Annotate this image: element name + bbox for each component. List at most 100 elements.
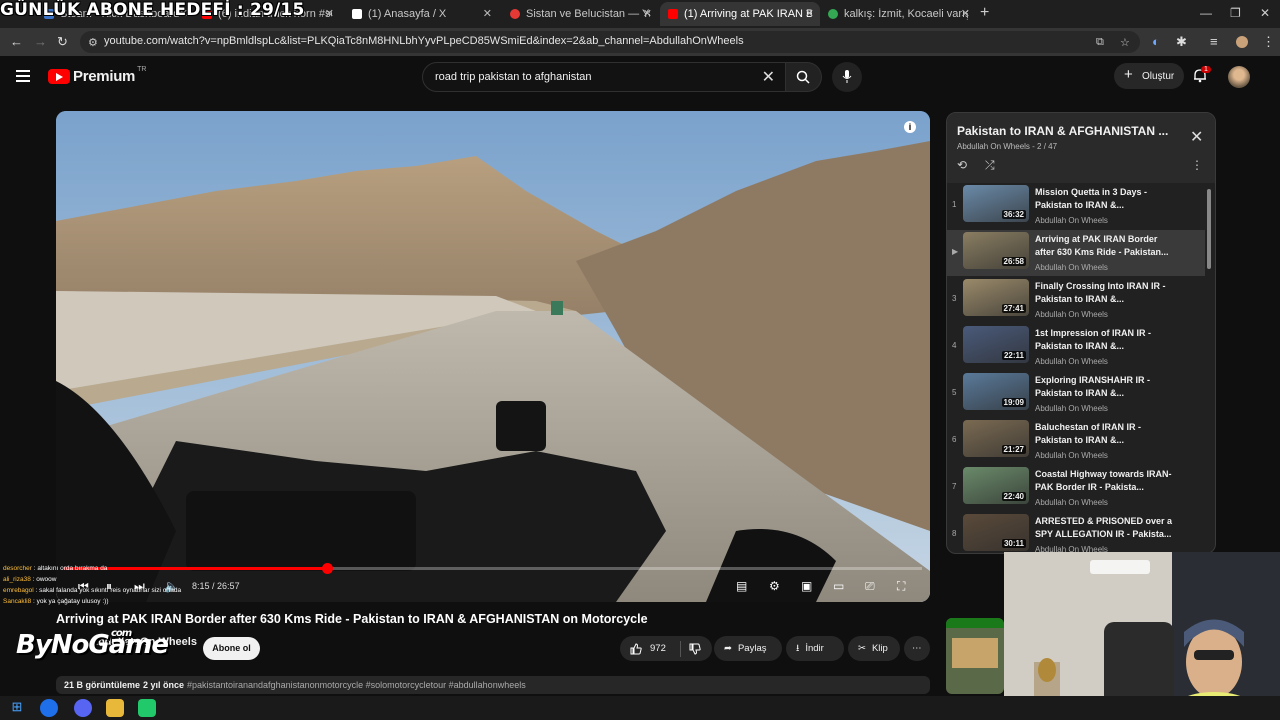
playlist-item-index: 6 bbox=[952, 435, 957, 444]
recommended-video-thumbnail[interactable] bbox=[946, 618, 1004, 694]
thumbs-down-icon[interactable] bbox=[689, 643, 701, 655]
address-bar[interactable]: ⚙ youtube.com/watch?v=npBmldlspLc&list=P… bbox=[80, 31, 1140, 53]
playlist-item[interactable]: 7 22:40 Coastal Highway towards IRAN-PAK B… bbox=[947, 465, 1205, 511]
info-icon[interactable]: i bbox=[904, 121, 916, 133]
cast-icon[interactable]: ⎚ bbox=[865, 579, 875, 594]
playlist-item-thumbnail: 22:40 bbox=[963, 467, 1029, 504]
video-player[interactable]: i ⏮ ⏸ ⏭ 🔈 8:15 / 26:57 ▤ ⚙ ▣ ▭ ⎚ ⛶ bbox=[56, 111, 930, 602]
subtitles-icon[interactable]: ▤ bbox=[736, 579, 747, 593]
webcam-feed bbox=[1004, 552, 1280, 720]
file-explorer-icon[interactable] bbox=[106, 699, 124, 717]
playlist-item-thumbnail: 30:11 bbox=[963, 514, 1029, 551]
settings-gear-icon[interactable]: ⚙ bbox=[769, 579, 780, 593]
clip-button[interactable]: ✂ Klip bbox=[848, 636, 900, 661]
tab-active-video[interactable]: (1) Arriving at PAK IRAN Bo ✕ bbox=[660, 2, 820, 26]
playlist-item[interactable]: 1 36:32 Mission Quetta in 3 Days - Pakista… bbox=[947, 183, 1205, 229]
description-box[interactable]: 21 B görüntüleme 2 yıl önce #pakistantoi… bbox=[56, 676, 930, 694]
duration-badge: 36:32 bbox=[1001, 210, 1026, 219]
share-button[interactable]: ➦ Paylaş bbox=[714, 636, 782, 661]
close-icon[interactable]: ✕ bbox=[325, 7, 334, 20]
playlist-item[interactable]: 3 27:41 Finally Crossing Into IRAN IR - Pa… bbox=[947, 277, 1205, 323]
browser-toolbar: ← → ↻ ⚙ youtube.com/watch?v=npBmldlspLc&… bbox=[0, 28, 1280, 56]
duration-badge: 22:40 bbox=[1001, 492, 1026, 501]
kebab-menu-icon[interactable]: ⋮ bbox=[1262, 34, 1275, 50]
site-info-icon[interactable]: ⚙ bbox=[88, 36, 98, 49]
playlist-menu-icon[interactable]: ⋮ bbox=[1191, 158, 1203, 172]
playlist-item[interactable]: 4 22:11 1st Impression of IRAN IR - Pakist… bbox=[947, 324, 1205, 370]
close-playlist-icon[interactable]: ✕ bbox=[1190, 127, 1203, 147]
playlist-item-channel: Abdullah On Wheels bbox=[1035, 216, 1108, 225]
download-button[interactable]: ⭳ İndir bbox=[786, 636, 844, 661]
shuffle-icon[interactable]: ⤮ bbox=[985, 158, 995, 173]
progress-bar[interactable] bbox=[64, 563, 922, 574]
forward-arrow-icon[interactable]: → bbox=[34, 34, 47, 49]
close-icon[interactable]: ✕ bbox=[643, 7, 652, 20]
close-icon[interactable]: ✕ bbox=[483, 7, 492, 20]
back-arrow-icon[interactable]: ← bbox=[10, 34, 23, 49]
playlist-item-index: ▶ bbox=[952, 247, 959, 256]
kick-app-icon[interactable] bbox=[138, 699, 156, 717]
hamburger-menu-icon[interactable] bbox=[16, 70, 30, 85]
extension-icon[interactable]: ◐ bbox=[1152, 34, 1160, 49]
extensions-puzzle-icon[interactable]: ✱ bbox=[1176, 34, 1187, 50]
miniplayer-icon[interactable]: ▣ bbox=[801, 579, 812, 593]
youtube-premium-logo[interactable]: Premium TR bbox=[48, 66, 146, 85]
search-button[interactable] bbox=[786, 62, 822, 92]
theater-mode-icon[interactable]: ▭ bbox=[833, 579, 844, 593]
clear-search-icon[interactable]: ✕ bbox=[762, 67, 775, 87]
playlist-header: Pakistan to IRAN & AFGHANISTAN ... Abdul… bbox=[947, 113, 1215, 183]
playlist-item[interactable]: ▶ 26:58 Arriving at PAK IRAN Border after … bbox=[947, 230, 1205, 276]
like-dislike-group: 972 bbox=[620, 636, 712, 661]
minimize-button[interactable]: — bbox=[1200, 6, 1212, 20]
duration-badge: 21:27 bbox=[1001, 445, 1026, 454]
playlist-item-channel: Abdullah On Wheels bbox=[1035, 357, 1108, 366]
playlist-title[interactable]: Pakistan to IRAN & AFGHANISTAN ... bbox=[957, 124, 1177, 138]
chrome-icon[interactable] bbox=[40, 699, 58, 717]
notification-count-badge: 1 bbox=[1201, 66, 1211, 73]
voice-search-button[interactable] bbox=[832, 62, 862, 92]
duration-badge: 26:58 bbox=[1001, 257, 1026, 266]
close-icon[interactable]: ✕ bbox=[805, 7, 814, 20]
new-tab-button[interactable]: + bbox=[980, 4, 989, 22]
playlist-scrollbar[interactable] bbox=[1207, 189, 1211, 269]
playlist-item-index: 4 bbox=[952, 341, 957, 350]
playlist-item[interactable]: 5 19:09 Exploring IRANSHAHR IR - Pakistan … bbox=[947, 371, 1205, 417]
plus-icon: + bbox=[1124, 66, 1133, 83]
fullscreen-icon[interactable]: ⛶ bbox=[897, 579, 905, 594]
playlist-item[interactable]: 8 30:11 ARRESTED & PRISONED over a SPY ALL… bbox=[947, 512, 1205, 553]
playlist-item-thumbnail: 26:58 bbox=[963, 232, 1029, 269]
profile-avatar[interactable] bbox=[1236, 36, 1248, 48]
search-input[interactable]: road trip pakistan to afghanistan ✕ bbox=[422, 62, 786, 92]
tab-x[interactable]: (1) Anasayfa / X ✕ bbox=[344, 2, 498, 26]
reload-icon[interactable]: ↻ bbox=[57, 34, 68, 50]
more-horizontal-icon: ⋯ bbox=[912, 643, 922, 654]
playlist-item-title: Mission Quetta in 3 Days - Pakistan to I… bbox=[1035, 187, 1148, 210]
like-button[interactable]: 972 bbox=[630, 642, 666, 655]
playlist-item[interactable]: 6 21:27 Baluchestan of IRAN IR - Pakistan … bbox=[947, 418, 1205, 464]
install-app-icon[interactable]: ⧉ bbox=[1096, 36, 1104, 49]
loop-icon[interactable]: ⟲ bbox=[957, 158, 967, 172]
playlist-item-title: Baluchestan of IRAN IR - Pakistan to IRA… bbox=[1035, 422, 1142, 445]
account-avatar[interactable] bbox=[1228, 66, 1250, 88]
discord-icon[interactable] bbox=[74, 699, 92, 717]
windows-taskbar: ⊞ bbox=[0, 696, 1280, 720]
youtube-play-icon bbox=[48, 69, 70, 84]
more-actions-button[interactable]: ⋯ bbox=[904, 636, 930, 661]
video-frame bbox=[56, 111, 930, 602]
close-window-button[interactable]: ✕ bbox=[1260, 6, 1270, 20]
chat-message: Sancakli8 : yok ya çağatay ulusoy :)) bbox=[3, 598, 109, 605]
media-control-icon[interactable]: ≡ bbox=[1210, 34, 1218, 49]
youtube-icon bbox=[668, 9, 678, 19]
subscribe-button[interactable]: Abone ol bbox=[203, 637, 260, 660]
tab-yandex[interactable]: Sistan ve Belucistan — Yandex✕ bbox=[502, 2, 658, 26]
create-button[interactable]: + Oluştur bbox=[1114, 63, 1184, 89]
close-icon[interactable]: ✕ bbox=[961, 7, 970, 20]
bookmark-star-icon[interactable]: ☆ bbox=[1120, 36, 1130, 49]
map-pin-icon bbox=[510, 9, 520, 19]
windows-start-icon[interactable]: ⊞ bbox=[8, 699, 26, 717]
chat-message: desorcher : altakını orda bırakma da bbox=[3, 565, 108, 572]
playlist-item-title: Coastal Highway towards IRAN-PAK Border … bbox=[1035, 469, 1172, 492]
tab-maps[interactable]: kalkış: İzmit, Kocaeli varış: Mos✕ bbox=[820, 2, 976, 26]
maximize-button[interactable]: ❐ bbox=[1230, 6, 1241, 20]
scrubber-handle[interactable] bbox=[321, 563, 333, 574]
